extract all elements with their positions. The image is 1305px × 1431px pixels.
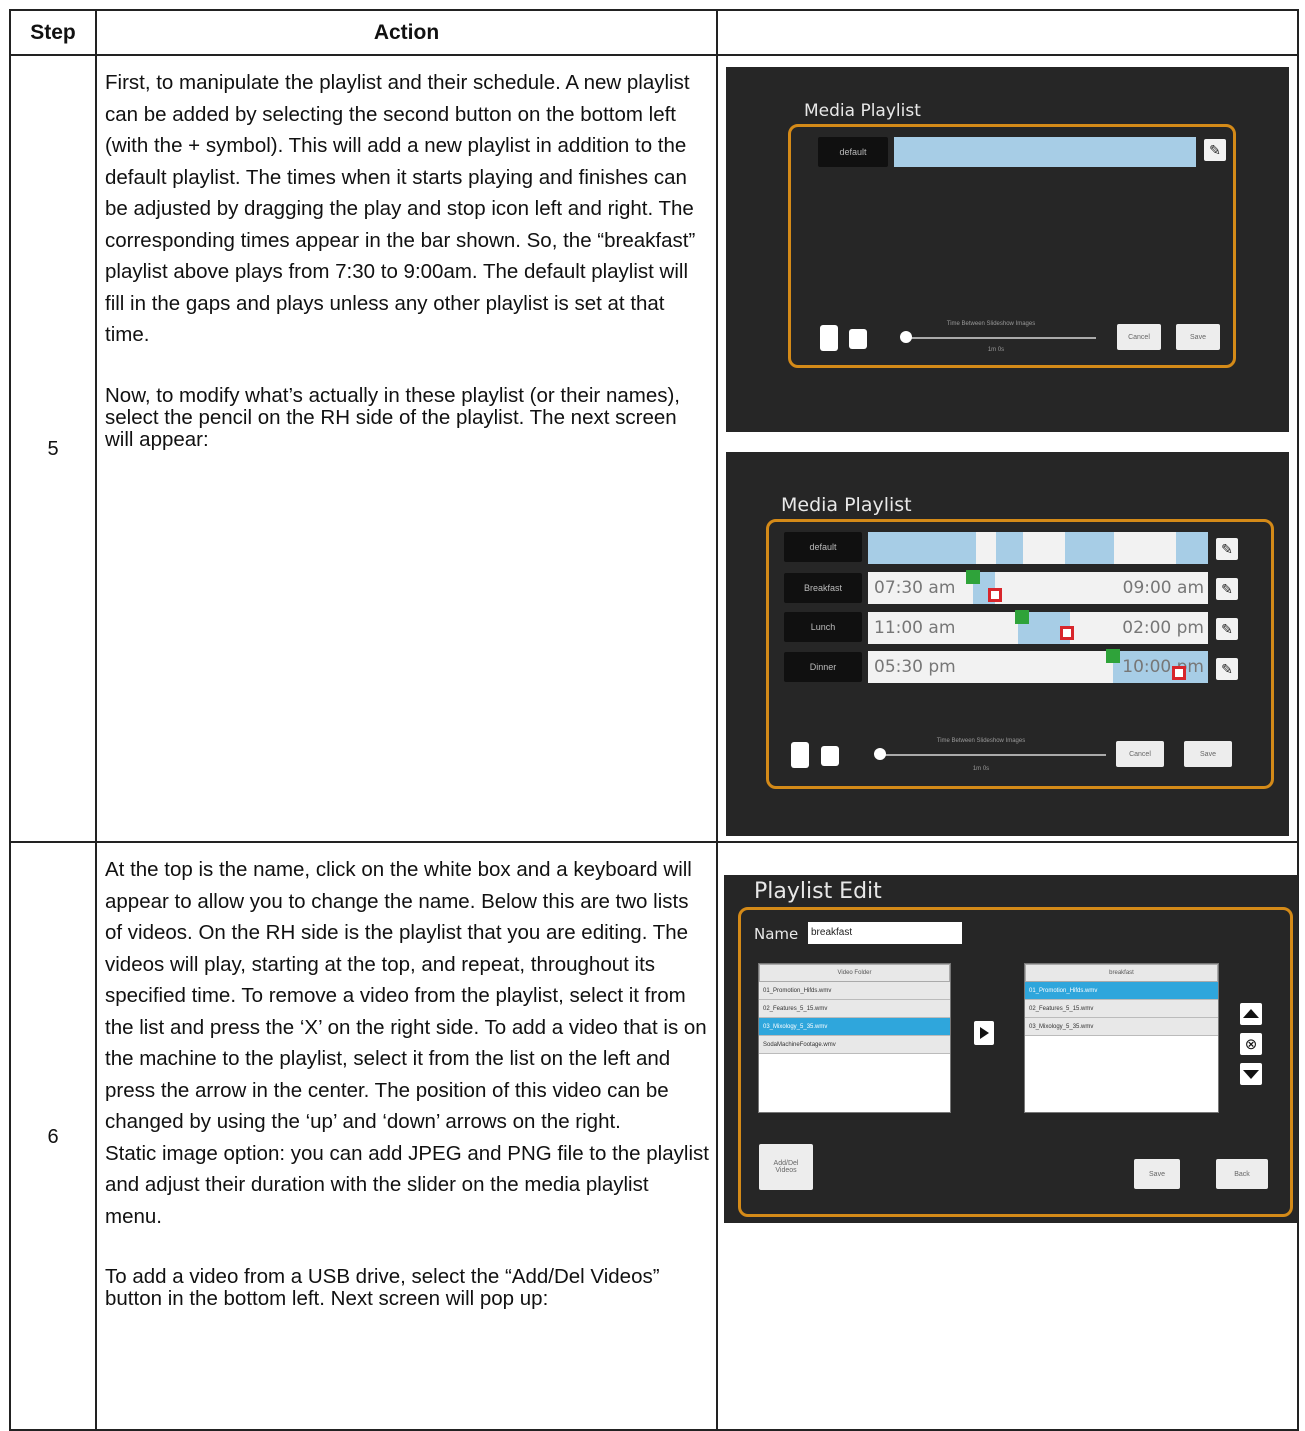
screen-title: Media Playlist — [804, 101, 921, 121]
dinner-schedule-bar[interactable]: 05:30 pm 10:00 pm — [868, 651, 1208, 683]
play-marker-icon[interactable] — [966, 570, 980, 584]
dinner-end-time: 10:00 pm — [1122, 657, 1204, 677]
list-item[interactable]: SodaMachineFootage.wmv — [759, 1036, 950, 1054]
stop-marker-icon[interactable] — [988, 588, 1002, 602]
play-marker-icon[interactable] — [1106, 649, 1120, 663]
add-playlist-icon[interactable] — [821, 746, 839, 766]
breakfast-end-time: 09:00 am — [1122, 578, 1204, 598]
list-item[interactable]: 01_Promotion_Hifds.wmv — [759, 982, 950, 1000]
slider-handle[interactable] — [900, 331, 912, 343]
slider-caption: Time Between Slideshow Images — [936, 738, 1026, 744]
name-input[interactable]: breakfast — [808, 922, 962, 944]
image-header-cell — [716, 9, 1299, 56]
slider-track — [881, 754, 1106, 756]
name-label: Name — [754, 925, 799, 943]
default-schedule-bar[interactable] — [868, 532, 1208, 564]
playlist-items-header: breakfast — [1025, 964, 1218, 982]
playlist-label-lunch[interactable]: Lunch — [784, 612, 862, 642]
row6-text: At the top is the name, click on the whi… — [105, 854, 710, 1310]
lunch-end-time: 02:00 pm — [1122, 618, 1204, 638]
list-item[interactable]: 03_Mixology_5_35.wmv — [1025, 1018, 1218, 1036]
row5-paragraph-2: Now, to modify what’s actually in these … — [105, 383, 681, 451]
lunch-schedule-bar[interactable]: 11:00 am 02:00 pm — [868, 612, 1208, 644]
cancel-button[interactable]: Cancel — [1117, 324, 1161, 350]
playlist-label-default[interactable]: default — [784, 532, 862, 562]
stop-marker-icon[interactable] — [1060, 626, 1074, 640]
add-del-videos-button[interactable]: Add/Del Videos — [759, 1144, 813, 1190]
slider-handle[interactable] — [874, 748, 886, 760]
video-folder-header: Video Folder — [759, 964, 950, 982]
screen-title: Media Playlist — [781, 494, 912, 516]
screen-title: Playlist Edit — [754, 879, 882, 904]
pencil-icon[interactable]: ✎ — [1216, 578, 1238, 600]
lunch-start-time: 11:00 am — [874, 618, 956, 638]
playlist-label-dinner[interactable]: Dinner — [784, 652, 862, 682]
playlist-label-breakfast[interactable]: Breakfast — [784, 573, 862, 603]
video-folder-list[interactable]: Video Folder 01_Promotion_Hifds.wmv 02_F… — [758, 963, 951, 1113]
back-button[interactable]: Back — [1216, 1159, 1268, 1189]
trash-icon[interactable] — [791, 742, 809, 768]
row6-paragraph-1: At the top is the name, click on the whi… — [105, 858, 707, 1133]
media-playlist-screenshot-2: Media Playlist default ✎ Breakfast 07:30… — [726, 452, 1289, 836]
default-schedule-bar[interactable] — [894, 137, 1196, 167]
cancel-button[interactable]: Cancel — [1116, 741, 1164, 767]
pencil-icon[interactable]: ✎ — [1216, 538, 1238, 560]
slider-value: 1m 0s — [987, 347, 1005, 353]
slider-value: 1m 0s — [972, 766, 990, 772]
row5-paragraph-1: First, to manipulate the playlist and th… — [105, 71, 696, 346]
remove-icon[interactable]: ⊗ — [1240, 1033, 1262, 1055]
row6-paragraph-2: Static image option: you can add JPEG an… — [105, 1141, 709, 1228]
playlist-items-list[interactable]: breakfast 01_Promotion_Hifds.wmv 02_Feat… — [1024, 963, 1219, 1113]
slider-caption: Time Between Slideshow Images — [946, 321, 1036, 327]
save-button[interactable]: Save — [1176, 324, 1220, 350]
pencil-icon[interactable]: ✎ — [1216, 618, 1238, 640]
playlist-label-default[interactable]: default — [818, 137, 888, 167]
step-number-6: 6 — [47, 1126, 59, 1148]
pencil-icon[interactable]: ✎ — [1204, 139, 1226, 161]
dinner-start-time: 05:30 pm — [874, 657, 956, 677]
play-marker-icon[interactable] — [1015, 610, 1029, 624]
step-number-5: 5 — [47, 438, 59, 460]
step-column-header: Step — [30, 20, 76, 44]
breakfast-start-time: 07:30 am — [874, 578, 956, 598]
move-down-icon[interactable] — [1240, 1063, 1262, 1085]
row5-text: First, to manipulate the playlist and th… — [105, 67, 710, 451]
playlist-edit-screenshot: Playlist Edit Name breakfast Video Folde… — [724, 875, 1298, 1223]
stop-marker-icon[interactable] — [1172, 666, 1186, 680]
add-to-playlist-arrow-icon[interactable] — [974, 1021, 994, 1045]
save-button[interactable]: Save — [1134, 1159, 1180, 1189]
add-playlist-icon[interactable] — [849, 329, 867, 349]
save-button[interactable]: Save — [1184, 741, 1232, 767]
slider-track — [906, 337, 1096, 339]
move-up-icon[interactable] — [1240, 1003, 1262, 1025]
trash-icon[interactable] — [820, 325, 838, 351]
list-item[interactable]: 03_Mixology_5_35.wmv — [759, 1018, 950, 1036]
action-column-header: Action — [373, 20, 440, 44]
pencil-icon[interactable]: ✎ — [1216, 658, 1238, 680]
list-item[interactable]: 02_Features_5_15.wmv — [1025, 1000, 1218, 1018]
row6-paragraph-3: To add a video from a USB drive, select … — [105, 1265, 660, 1310]
list-item[interactable]: 01_Promotion_Hifds.wmv — [1025, 982, 1218, 1000]
media-playlist-screenshot-1: Media Playlist default ✎ Time Between Sl… — [726, 67, 1289, 432]
breakfast-schedule-bar[interactable]: 07:30 am 09:00 am — [868, 572, 1208, 604]
list-item[interactable]: 02_Features_5_15.wmv — [759, 1000, 950, 1018]
